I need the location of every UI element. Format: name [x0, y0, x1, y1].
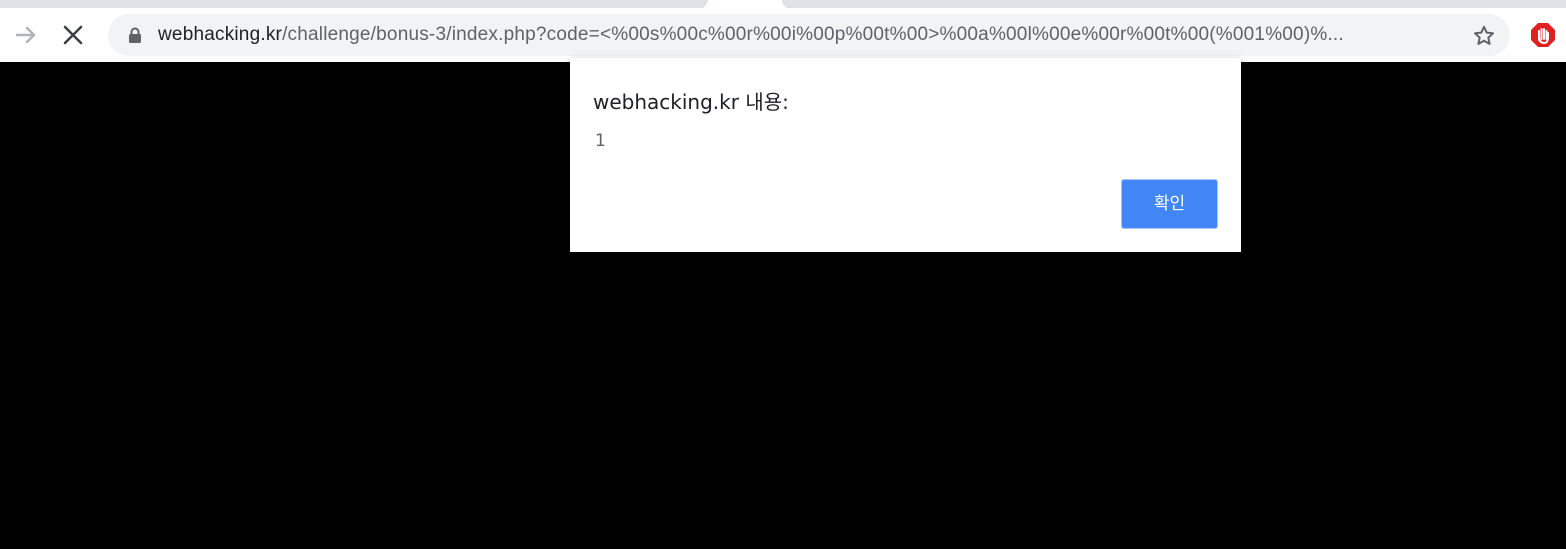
alert-message: 1: [595, 131, 606, 151]
lock-icon[interactable]: [128, 27, 142, 44]
active-tab[interactable]: [700, 0, 790, 8]
tab-strip: [0, 0, 1566, 8]
forward-arrow-icon: [15, 26, 36, 44]
ok-button[interactable]: 확인: [1121, 179, 1218, 229]
url-text[interactable]: webhacking.kr/challenge/bonus-3/index.ph…: [158, 14, 1344, 56]
address-bar[interactable]: webhacking.kr/challenge/bonus-3/index.ph…: [108, 14, 1510, 56]
alert-dialog: webhacking.kr 내용: 1 확인: [570, 58, 1241, 252]
forward-button[interactable]: [11, 20, 41, 50]
star-icon[interactable]: [1472, 24, 1496, 48]
url-host: webhacking.kr: [158, 24, 283, 45]
url-path: /challenge/bonus-3/index.php?code=<%00s%…: [282, 24, 1344, 45]
stop-loading-icon: [63, 25, 83, 45]
alert-title: webhacking.kr 내용:: [593, 90, 789, 114]
browser-toolbar: webhacking.kr/challenge/bonus-3/index.ph…: [0, 0, 1566, 62]
stop-loading-button[interactable]: [58, 20, 88, 50]
adblock-stop-icon[interactable]: [1530, 22, 1556, 48]
